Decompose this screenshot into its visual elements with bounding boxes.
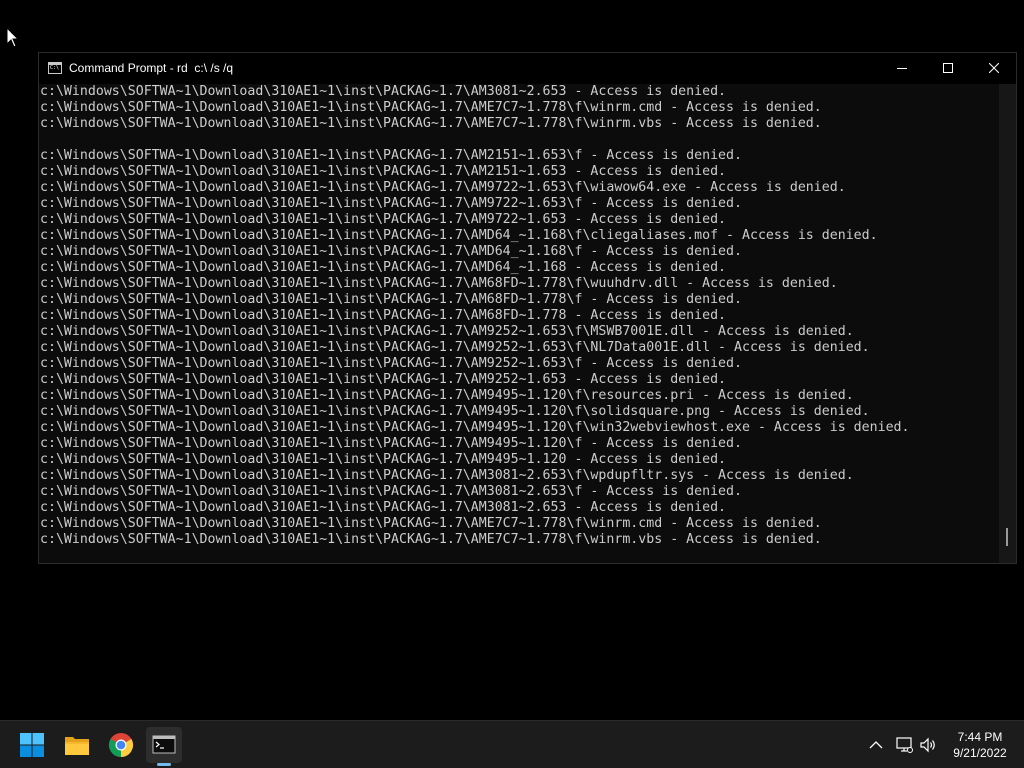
chevron-up-icon [869,741,883,749]
console-line: c:\Windows\SOFTWA~1\Download\310AE1~1\in… [40,148,742,163]
close-button[interactable] [971,53,1017,84]
taskbar: 7:44 PM 9/21/2022 [0,720,1024,768]
console-line: c:\Windows\SOFTWA~1\Download\310AE1~1\in… [40,516,822,531]
console-line: c:\Windows\SOFTWA~1\Download\310AE1~1\in… [40,308,727,323]
maximize-icon [943,63,953,73]
console-line: c:\Windows\SOFTWA~1\Download\310AE1~1\in… [40,388,854,403]
console-line: c:\Windows\SOFTWA~1\Download\310AE1~1\in… [40,468,854,483]
command-prompt-window[interactable]: Command Prompt - rd c:\ /s /q c:\Windows… [38,52,1017,564]
minimize-icon [897,68,907,69]
console-line: c:\Windows\SOFTWA~1\Download\310AE1~1\in… [40,116,822,131]
cmd-icon [48,62,62,74]
console-line: c:\Windows\SOFTWA~1\Download\310AE1~1\in… [40,484,742,499]
vertical-scrollbar[interactable] [999,84,1016,563]
console-line: c:\Windows\SOFTWA~1\Download\310AE1~1\in… [40,356,742,371]
console-line: c:\Windows\SOFTWA~1\Download\310AE1~1\in… [40,372,727,387]
console-line: c:\Windows\SOFTWA~1\Download\310AE1~1\in… [40,84,727,99]
console-line: c:\Windows\SOFTWA~1\Download\310AE1~1\in… [40,244,742,259]
window-title: Command Prompt - rd c:\ /s /q [69,61,234,75]
console-line: c:\Windows\SOFTWA~1\Download\310AE1~1\in… [40,324,854,339]
console-line: c:\Windows\SOFTWA~1\Download\310AE1~1\in… [40,404,870,419]
clock[interactable]: 7:44 PM 9/21/2022 [944,729,1016,761]
console-line: c:\Windows\SOFTWA~1\Download\310AE1~1\in… [40,228,878,243]
network-button[interactable] [894,735,914,755]
start-button[interactable] [14,727,50,763]
windows-start-icon [20,733,44,757]
file-explorer-button[interactable] [59,727,95,763]
command-prompt-icon [152,735,176,754]
console-line: c:\Windows\SOFTWA~1\Download\310AE1~1\in… [40,212,727,227]
clock-date: 9/21/2022 [953,746,1007,760]
console-line: c:\Windows\SOFTWA~1\Download\310AE1~1\in… [40,452,727,467]
console-line: c:\Windows\SOFTWA~1\Download\310AE1~1\in… [40,180,846,195]
console-line: c:\Windows\SOFTWA~1\Download\310AE1~1\in… [40,260,727,275]
console-line: c:\Windows\SOFTWA~1\Download\310AE1~1\in… [40,196,742,211]
active-app-indicator [157,763,171,766]
console-line: c:\Windows\SOFTWA~1\Download\310AE1~1\in… [40,420,910,435]
show-hidden-icons-button[interactable] [866,735,886,755]
chrome-icon [108,733,134,757]
volume-button[interactable] [918,735,938,755]
mouse-cursor-icon [6,27,20,48]
title-bar[interactable]: Command Prompt - rd c:\ /s /q [39,53,1016,84]
console-line: c:\Windows\SOFTWA~1\Download\310AE1~1\in… [40,436,742,451]
chrome-button[interactable] [103,727,139,763]
maximize-button[interactable] [925,53,971,84]
console-line: c:\Windows\SOFTWA~1\Download\310AE1~1\in… [40,292,742,307]
network-icon [896,737,913,753]
console-line: c:\Windows\SOFTWA~1\Download\310AE1~1\in… [40,276,838,291]
console-line: c:\Windows\SOFTWA~1\Download\310AE1~1\in… [40,500,727,515]
scrollbar-thumb[interactable] [1006,528,1008,546]
clock-time: 7:44 PM [957,730,1003,744]
console-line: c:\Windows\SOFTWA~1\Download\310AE1~1\in… [40,100,822,115]
desktop: Command Prompt - rd c:\ /s /q c:\Windows… [0,0,1024,720]
volume-icon [920,737,935,753]
console-line: c:\Windows\SOFTWA~1\Download\310AE1~1\in… [40,164,727,179]
close-icon [989,63,999,73]
command-prompt-taskbar-button[interactable] [146,727,182,763]
console-line: c:\Windows\SOFTWA~1\Download\310AE1~1\in… [40,532,822,547]
console-line: c:\Windows\SOFTWA~1\Download\310AE1~1\in… [40,340,870,355]
console-output[interactable]: c:\Windows\SOFTWA~1\Download\310AE1~1\in… [40,84,1000,562]
file-explorer-icon [65,737,89,755]
minimize-button[interactable] [879,53,925,84]
